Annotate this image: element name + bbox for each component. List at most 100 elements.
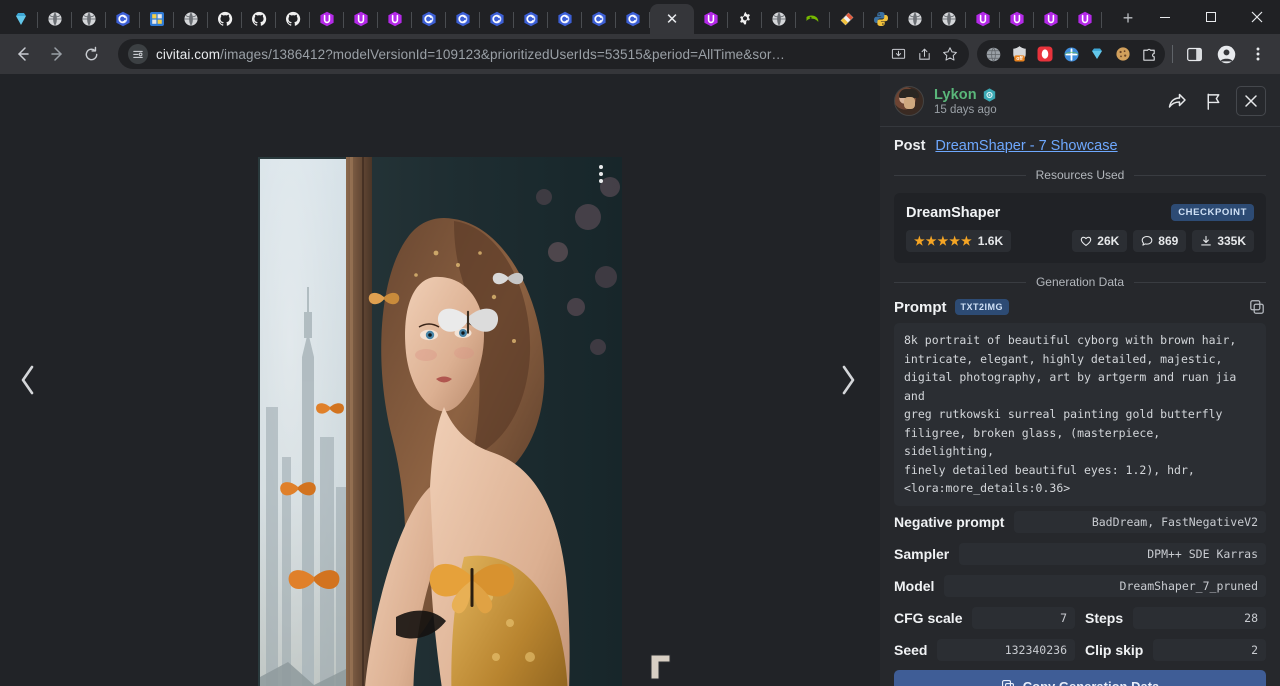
previous-image-button[interactable] (6, 358, 50, 402)
civitai-icon (557, 11, 573, 27)
comments-pill[interactable]: 869 (1133, 230, 1186, 252)
purple-u-icon (353, 11, 369, 27)
post-link[interactable]: DreamShaper - 7 Showcase (935, 138, 1117, 154)
tab-globe-4[interactable] (762, 4, 796, 34)
tab-civitai-4[interactable] (480, 4, 514, 34)
tab-globe-3[interactable] (174, 4, 208, 34)
forward-button[interactable] (42, 39, 72, 69)
tab-globe-1[interactable] (38, 4, 72, 34)
clip-skip-value[interactable]: 2 (1153, 639, 1266, 661)
tab-globe-5[interactable] (898, 4, 932, 34)
tab-globe-2[interactable] (72, 4, 106, 34)
dot-2 (599, 172, 603, 176)
tab-u-1[interactable] (310, 4, 344, 34)
tab-u-6[interactable] (1000, 4, 1034, 34)
resource-card[interactable]: DreamShaper CHECKPOINT ★★★★★ 1.6K 26K (894, 193, 1266, 263)
copy-icon[interactable] (1248, 298, 1266, 316)
new-tab-button[interactable]: + (1114, 4, 1142, 32)
resource-name[interactable]: DreamShaper (906, 205, 1000, 221)
opera-icon[interactable] (1032, 41, 1058, 67)
tab-u-2[interactable] (344, 4, 378, 34)
tab-civitai-6[interactable] (548, 4, 582, 34)
tab-u-3[interactable] (378, 4, 412, 34)
gen-line-right (1134, 282, 1266, 283)
profile-icon[interactable] (1212, 40, 1240, 68)
reload-button[interactable] (76, 39, 106, 69)
extensions-area: off (977, 40, 1165, 68)
tab-github-2[interactable] (242, 4, 276, 34)
username[interactable]: Lykon (934, 87, 977, 103)
install-app-icon[interactable] (885, 41, 911, 67)
tab-civitai-8[interactable] (616, 4, 650, 34)
tab-u-7[interactable] (1034, 4, 1068, 34)
maximize-button[interactable] (1188, 0, 1234, 34)
flag-icon[interactable] (1200, 88, 1226, 114)
tab-github-3[interactable] (276, 4, 310, 34)
copy-generation-data-button[interactable]: Copy Generation Data (894, 670, 1266, 686)
share-icon[interactable] (1164, 88, 1190, 114)
image-context-menu[interactable] (592, 160, 610, 188)
adblock-off-icon[interactable]: off (1006, 41, 1032, 67)
share-page-icon[interactable] (911, 41, 937, 67)
address-bar[interactable]: civitai.com/images/1386412?modelVersionI… (118, 39, 969, 69)
tab-store[interactable] (140, 4, 174, 34)
tab-u-5[interactable] (966, 4, 1000, 34)
avatar[interactable] (894, 86, 924, 116)
generated-image[interactable] (258, 157, 622, 686)
tab-settings[interactable] (728, 4, 762, 34)
tab-python[interactable] (864, 4, 898, 34)
tab-diamond[interactable] (4, 4, 38, 34)
translate-icon[interactable] (1058, 41, 1084, 67)
negative-prompt-value[interactable]: BadDream, FastNegativeV2 (1014, 511, 1266, 533)
side-panel-icon[interactable] (1180, 40, 1208, 68)
user-info: Lykon 15 days ago (934, 87, 997, 116)
sampler-label: Sampler (894, 546, 949, 562)
close-window-button[interactable] (1234, 0, 1280, 34)
site-info-icon[interactable] (128, 44, 148, 64)
civitai-icon (591, 11, 607, 27)
close-panel-button[interactable] (1236, 86, 1266, 116)
section-line-right (1134, 175, 1266, 176)
globe-icon (47, 11, 63, 27)
cfg-scale-value[interactable]: 7 (972, 607, 1075, 629)
tab-github-1[interactable] (208, 4, 242, 34)
tab-paint[interactable] (830, 4, 864, 34)
tab-list: ✕ (4, 0, 1108, 34)
rating-pill[interactable]: ★★★★★ 1.6K (906, 230, 1011, 252)
back-button[interactable] (8, 39, 38, 69)
url-domain: civitai.com (156, 47, 220, 62)
seed-value[interactable]: 132340236 (937, 639, 1075, 661)
tab-civitai-3[interactable] (446, 4, 480, 34)
model-value[interactable]: DreamShaper_7_pruned (944, 575, 1266, 597)
tab-u-8[interactable] (1068, 4, 1102, 34)
likes-pill[interactable]: 26K (1072, 230, 1127, 252)
tab-civitai-5[interactable] (514, 4, 548, 34)
minimize-button[interactable] (1142, 0, 1188, 34)
tab-nvidia[interactable] (796, 4, 830, 34)
globe-extension-icon[interactable] (980, 41, 1006, 67)
next-image-button[interactable] (826, 358, 870, 402)
bookmark-star-icon[interactable] (937, 41, 963, 67)
page-content: Lykon 15 days ago (0, 74, 1280, 686)
gem-icon[interactable] (1084, 41, 1110, 67)
tab-civitai-active[interactable]: ✕ (650, 4, 694, 34)
prompt-text[interactable]: 8k portrait of beautiful cyborg with bro… (894, 323, 1266, 506)
paint-icon (839, 11, 855, 27)
cookie-icon[interactable] (1110, 41, 1136, 67)
tab-civitai-7[interactable] (582, 4, 616, 34)
puzzle-extensions-icon[interactable] (1136, 41, 1162, 67)
civitai-icon (455, 11, 471, 27)
toolbar-divider (1172, 45, 1173, 63)
username-row: Lykon (934, 87, 997, 103)
three-dot-menu-icon[interactable] (1244, 40, 1272, 68)
github-icon (217, 11, 233, 27)
generation-data-body: Prompt TXT2IMG 8k portrait of beautiful … (894, 298, 1266, 506)
tab-globe-6[interactable] (932, 4, 966, 34)
steps-value[interactable]: 28 (1133, 607, 1266, 629)
tab-u-4[interactable] (694, 4, 728, 34)
tab-civitai-2[interactable] (412, 4, 446, 34)
downloads-pill[interactable]: 335K (1192, 230, 1254, 252)
tab-civitai-1[interactable] (106, 4, 140, 34)
section-line-left (894, 175, 1026, 176)
sampler-value[interactable]: DPM++ SDE Karras (959, 543, 1266, 565)
